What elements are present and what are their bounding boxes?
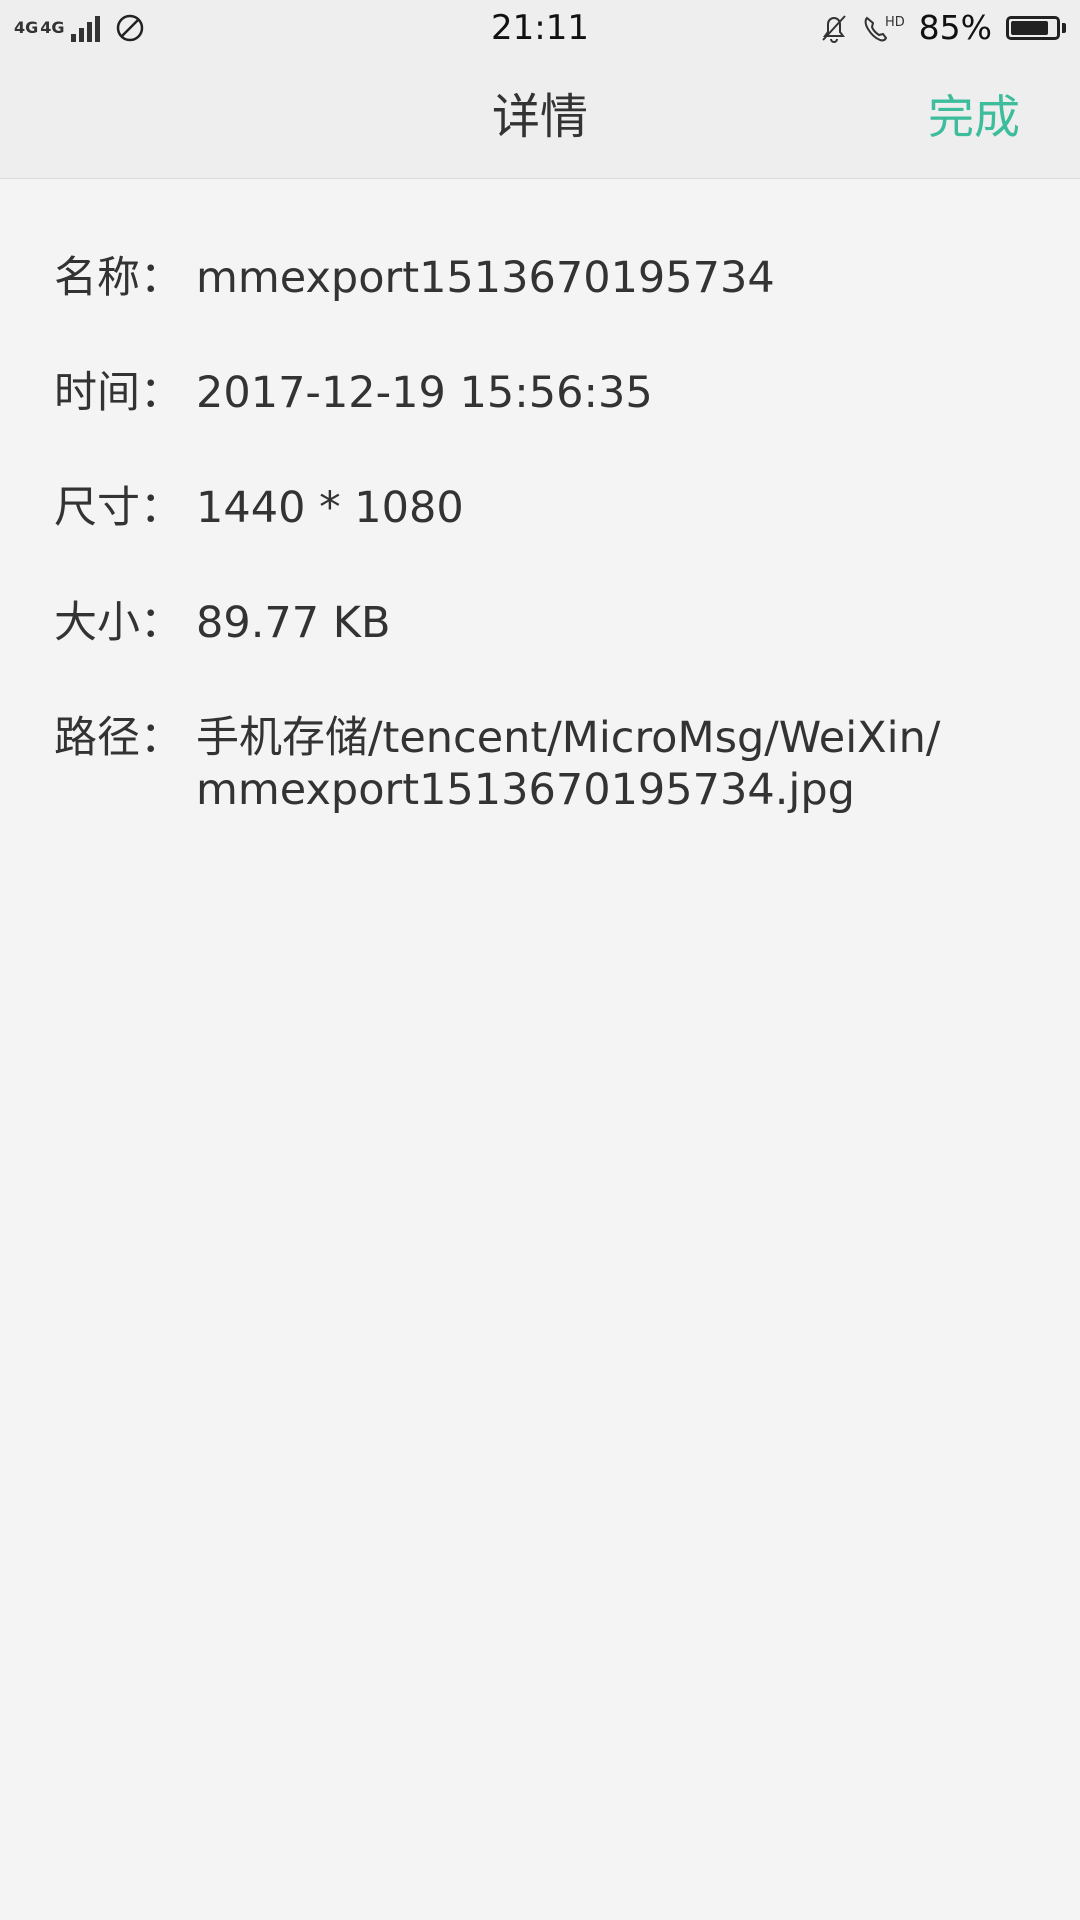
battery-percent: 85% [918,8,992,47]
bell-muted-icon [819,12,849,44]
hd-call-icon: HD [861,12,907,44]
detail-row-path: 路径： 手机存储/tencent/MicroMsg/WeiXin/mmexpor… [54,712,1054,816]
detail-label-name: 名称： [54,253,183,303]
detail-row-filesize: 大小： 89.77 KB [54,597,1054,649]
battery-cap [1062,23,1066,33]
title-bar: 详情 完成 [0,56,1080,179]
detail-value-filesize: 89.77 KB [196,598,391,648]
battery-icon [1006,16,1060,40]
detail-label-time: 时间： [54,368,183,418]
detail-row-time: 时间： 2017-12-19 15:56:35 [54,367,1054,419]
detail-label-size: 尺寸： [54,483,183,533]
battery-level-fill [1011,21,1048,35]
detail-value-time: 2017-12-19 15:56:35 [196,368,653,418]
detail-label-path: 路径： [54,713,183,763]
detail-row-name: 名称： mmexport1513670195734 [54,252,1054,304]
detail-value-name: mmexport1513670195734 [196,253,775,303]
detail-value-size: 1440 * 1080 [196,483,464,533]
done-button[interactable]: 完成 [928,56,1020,178]
hd-label: HD [885,15,905,30]
status-bar: 4G 4G 21:11 HD 85% [0,0,1080,56]
detail-label-filesize: 大小： [54,598,183,648]
detail-row-size: 尺寸： 1440 * 1080 [54,482,1054,534]
detail-value-path: 手机存储/tencent/MicroMsg/WeiXin/mmexport151… [196,713,941,815]
page-title: 详情 [491,89,588,145]
status-right-group: HD 85% [819,8,1066,48]
